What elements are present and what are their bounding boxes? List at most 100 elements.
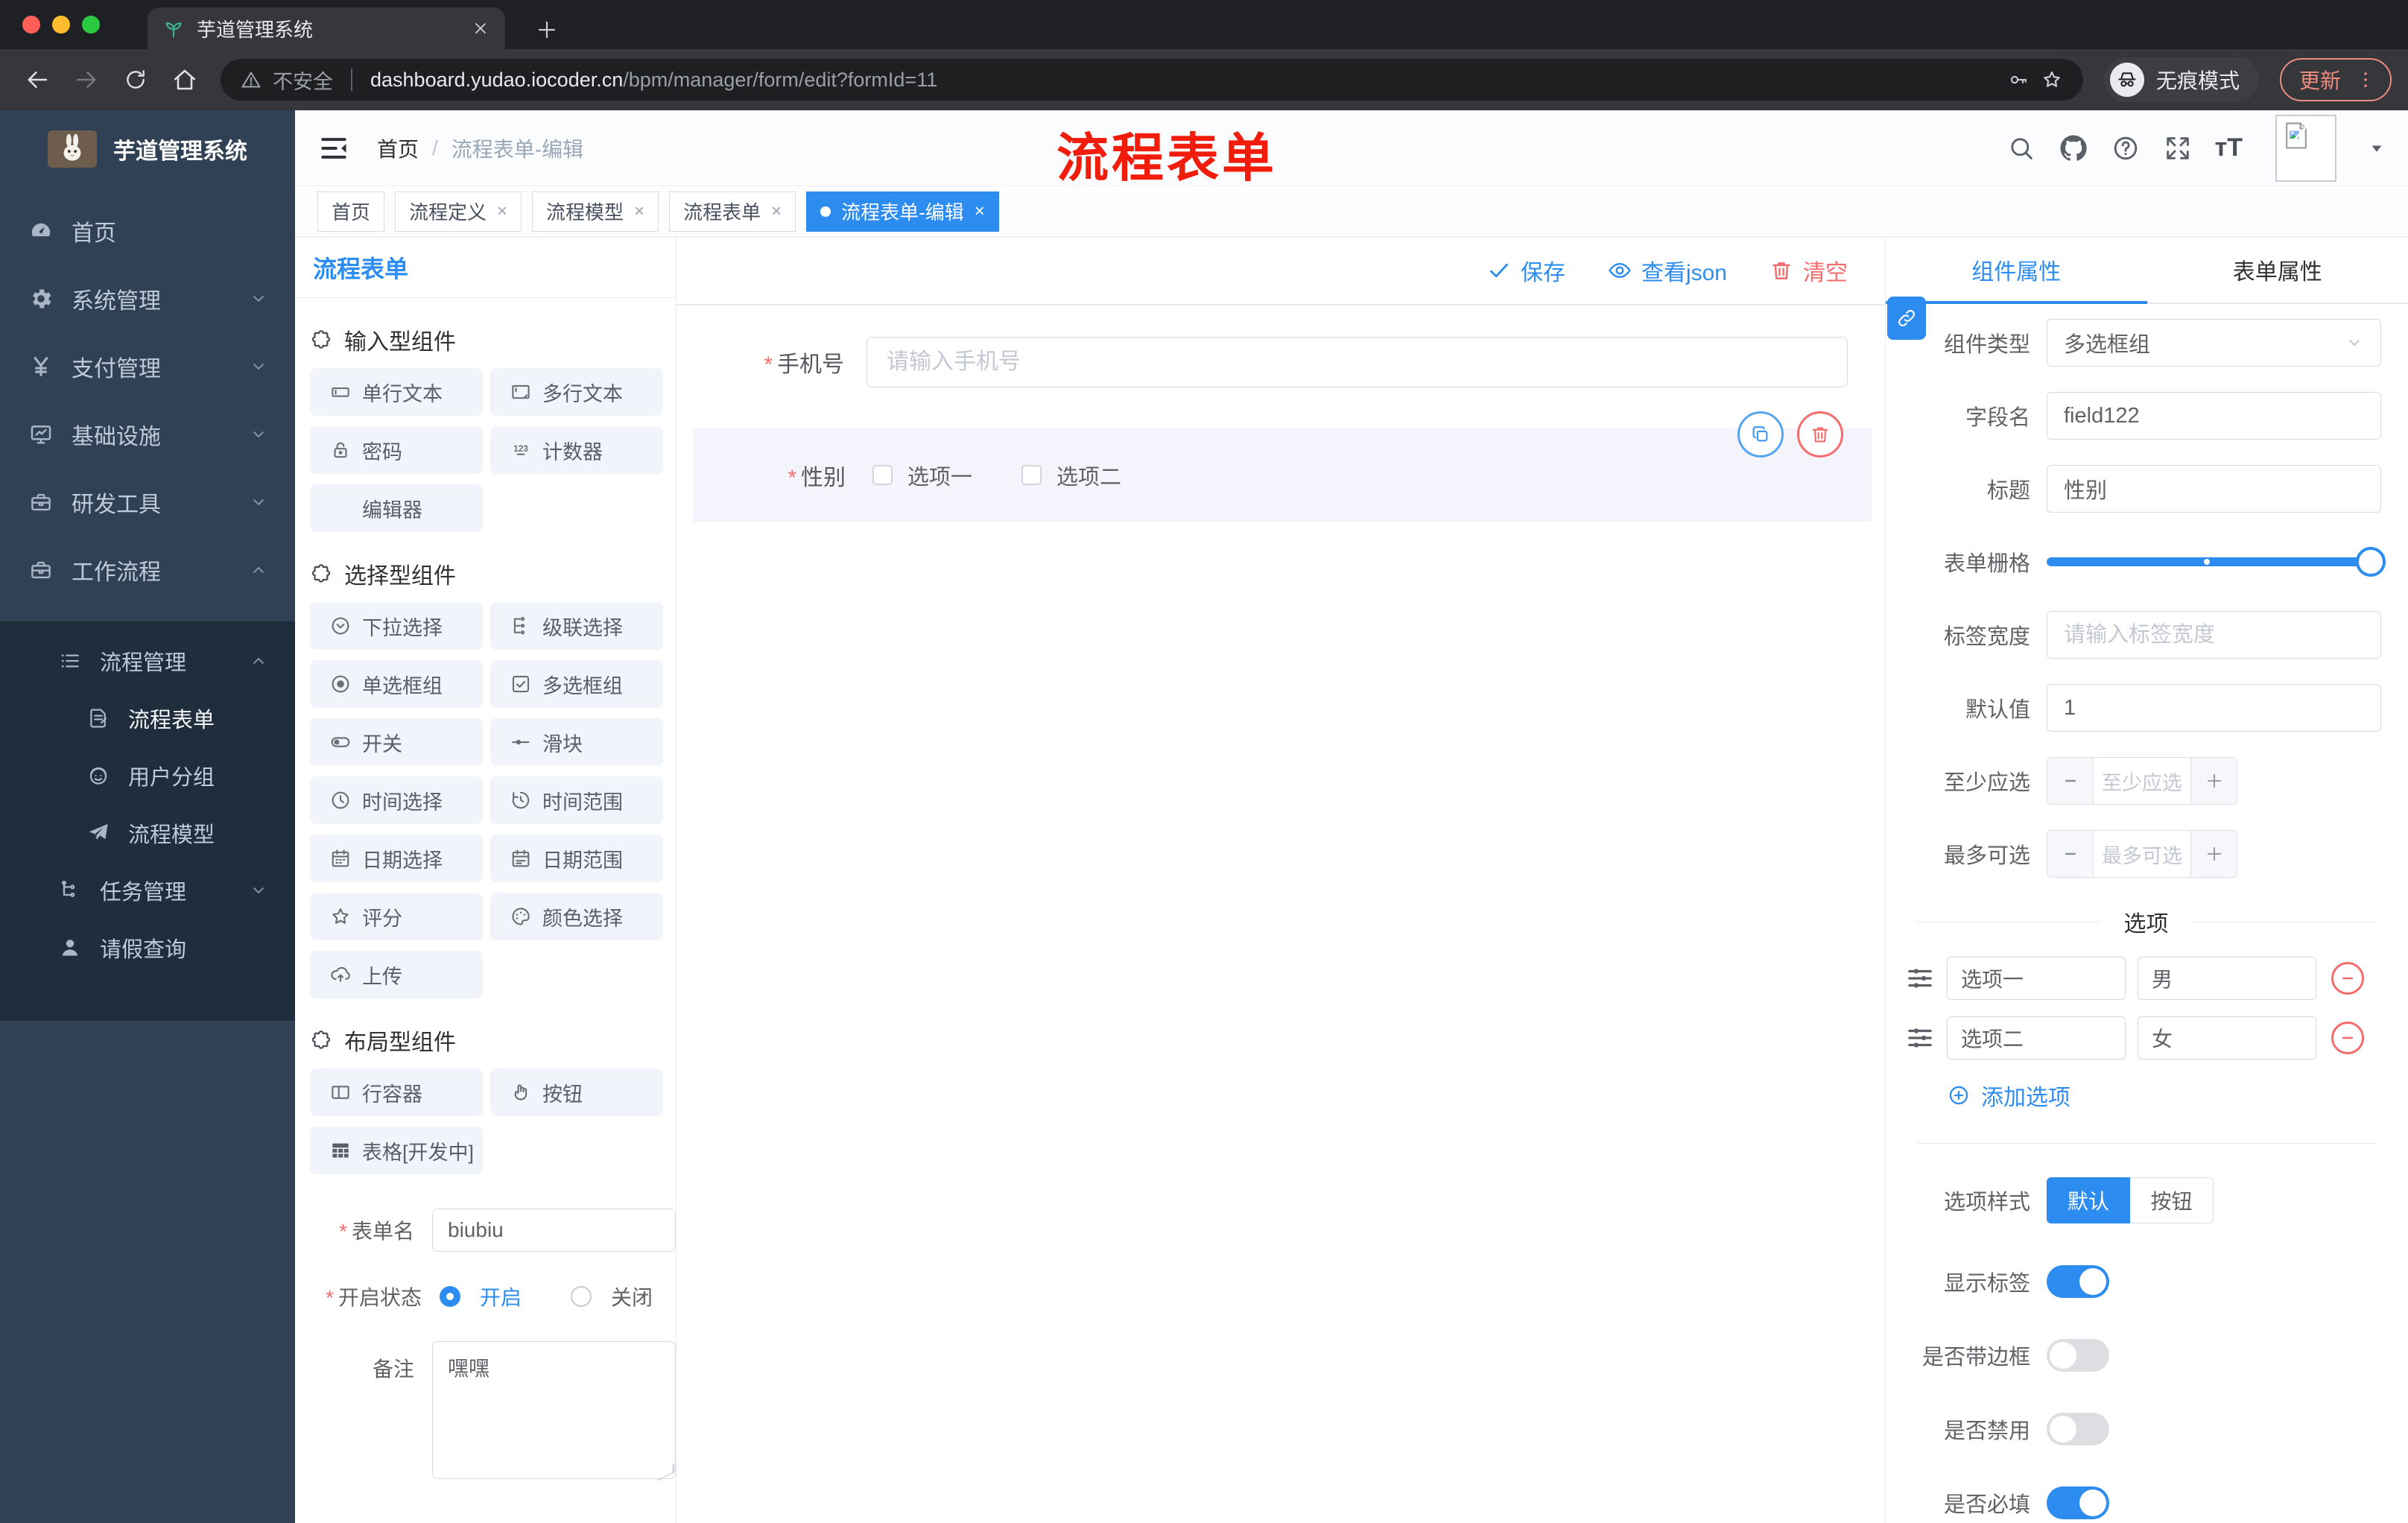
title-input[interactable] (2047, 465, 2381, 513)
component-type-select[interactable]: 多选框组 (2047, 319, 2381, 367)
sidebar-item-process-mgmt[interactable]: 流程管理 (0, 632, 295, 689)
palette-item-row-container[interactable]: 行容器 (310, 1068, 483, 1116)
slider-track[interactable] (2047, 557, 2381, 566)
palette-item-password[interactable]: 密码 (310, 426, 483, 474)
style-default-button[interactable]: 默认 (2047, 1177, 2130, 1223)
tab-component-props[interactable]: 组件属性 (1886, 237, 2147, 303)
palette-item-time-range[interactable]: 时间范围 (490, 776, 663, 824)
help-question-icon[interactable] (2111, 133, 2141, 163)
browser-update-button[interactable]: 更新 (2279, 58, 2392, 101)
stepper-increase-button[interactable] (2190, 831, 2237, 877)
form-grid-slider[interactable] (2047, 538, 2386, 586)
sidebar-item-user-group[interactable]: 用户分组 (0, 747, 295, 804)
palette-item-time-picker[interactable]: 时间选择 (310, 776, 483, 824)
gender-option2[interactable]: 选项二 (1021, 460, 1121, 491)
label-width-input[interactable] (2047, 611, 2381, 659)
tab-close-icon[interactable] (471, 19, 490, 38)
palette-item-slider[interactable]: 滑块 (490, 718, 663, 766)
palette-item-single-text[interactable]: 单行文本 (310, 368, 483, 416)
hamburger-collapse-icon[interactable] (317, 132, 350, 165)
radio-status-on[interactable] (440, 1286, 460, 1307)
drag-handle-icon[interactable] (1905, 1023, 1935, 1053)
palette-item-radio-group[interactable]: 单选框组 (310, 660, 483, 708)
security-label[interactable]: 不安全 (273, 66, 333, 95)
sidebar-item-system[interactable]: 系统管理 (0, 265, 295, 332)
remove-option-button[interactable] (2331, 962, 2364, 995)
address-bar[interactable]: 不安全 dashboard.yudao.iocoder.cn/bpm/manag… (221, 59, 2083, 101)
tag-close-icon[interactable]: × (634, 201, 644, 222)
avatar[interactable] (2275, 114, 2336, 182)
duplicate-component-button[interactable] (1737, 411, 1784, 457)
palette-item-upload[interactable]: 上传 (310, 951, 483, 998)
gender-option1[interactable]: 选项一 (872, 460, 972, 491)
with-border-toggle[interactable] (2047, 1339, 2109, 1372)
remove-option-button[interactable] (2331, 1022, 2364, 1054)
checkbox-unchecked[interactable] (1021, 465, 1042, 485)
fullscreen-icon[interactable] (2163, 133, 2193, 163)
forward-icon[interactable] (66, 59, 107, 101)
canvas-field-phone[interactable]: * 手机号 (677, 337, 1885, 387)
slider-handle[interactable] (2356, 547, 2386, 577)
palette-item-cascader[interactable]: 级联选择 (490, 602, 663, 650)
max-select-value[interactable]: 最多可选 (2094, 831, 2190, 877)
sidebar-item-leave-query[interactable]: 请假查询 (0, 919, 295, 976)
sidebar-logo-row[interactable]: 芋道管理系统 (0, 110, 295, 188)
new-tab-icon[interactable] (535, 18, 559, 42)
drag-handle-icon[interactable] (1905, 963, 1935, 993)
view-json-button[interactable]: 查看json (1607, 254, 1727, 287)
sidebar-item-task-mgmt[interactable]: 任务管理 (0, 861, 295, 919)
palette-item-counter[interactable]: 计数器 (490, 426, 663, 474)
palette-item-editor[interactable]: 编辑器 (310, 484, 483, 532)
radio-on-label[interactable]: 开启 (480, 1282, 522, 1311)
palette-item-color-picker[interactable]: 颜色选择 (490, 893, 663, 940)
option1-value-input[interactable] (2138, 957, 2316, 1000)
radio-off-label[interactable]: 关闭 (611, 1282, 653, 1311)
checkbox-unchecked[interactable] (872, 465, 893, 485)
form-name-input[interactable] (432, 1209, 676, 1252)
save-button[interactable]: 保存 (1486, 254, 1565, 287)
palette-item-table[interactable]: 表格[开发中] (310, 1127, 483, 1174)
option2-label-input[interactable] (1947, 1016, 2126, 1060)
required-toggle[interactable] (2047, 1486, 2109, 1519)
phone-input[interactable] (866, 337, 1848, 387)
tag-process-form-edit[interactable]: 流程表单-编辑 × (806, 191, 999, 232)
canvas-field-gender-selected[interactable]: * 性别 选项一 选项二 (693, 411, 1872, 522)
palette-item-rate[interactable]: 评分 (310, 893, 483, 940)
palette-item-select[interactable]: 下拉选择 (310, 602, 483, 650)
search-icon[interactable] (2006, 133, 2036, 163)
sidebar-item-devtools[interactable]: 研发工具 (0, 468, 295, 536)
add-option-button[interactable]: 添加选项 (1947, 1079, 2381, 1112)
palette-item-button[interactable]: 按钮 (490, 1068, 663, 1116)
option2-value-input[interactable] (2138, 1016, 2316, 1060)
default-value-input[interactable] (2047, 684, 2381, 732)
sidebar-item-process-form[interactable]: 流程表单 (0, 689, 295, 747)
palette-item-switch[interactable]: 开关 (310, 718, 483, 766)
style-button-button[interactable]: 按钮 (2130, 1177, 2214, 1223)
palette-item-date-range[interactable]: 日期范围 (490, 835, 663, 882)
disabled-toggle[interactable] (2047, 1413, 2109, 1446)
option1-label-input[interactable] (1947, 957, 2126, 1000)
browser-tab[interactable]: 芋道管理系统 (148, 7, 505, 49)
tag-close-icon[interactable]: × (771, 201, 782, 222)
sidebar-item-workflow[interactable]: 工作流程 (0, 536, 295, 604)
close-window-button[interactable] (22, 16, 40, 34)
tag-home[interactable]: 首页 (317, 191, 385, 232)
tag-process-model[interactable]: 流程模型 × (532, 191, 659, 232)
tag-process-definition[interactable]: 流程定义 × (395, 191, 522, 232)
sidebar-item-infra[interactable]: 基础设施 (0, 400, 295, 468)
breadcrumb-home[interactable]: 首页 (377, 133, 419, 163)
delete-component-button[interactable] (1797, 411, 1843, 457)
palette-item-checkbox-group[interactable]: 多选框组 (490, 660, 663, 708)
min-select-value[interactable]: 至少应选 (2094, 758, 2190, 804)
link-badge[interactable] (1887, 297, 1926, 340)
show-label-toggle[interactable] (2047, 1265, 2109, 1298)
stepper-increase-button[interactable] (2190, 758, 2237, 804)
tag-close-icon[interactable]: × (497, 201, 507, 222)
sidebar-item-process-model[interactable]: 流程模型 (0, 804, 295, 861)
home-icon[interactable] (164, 59, 206, 101)
bookmark-star-icon[interactable] (2040, 68, 2064, 92)
avatar-caret-down-icon[interactable] (2366, 138, 2387, 159)
tag-close-icon[interactable]: × (975, 201, 985, 222)
palette-item-multi-text[interactable]: 多行文本 (490, 368, 663, 416)
palette-item-date-picker[interactable]: 日期选择 (310, 835, 483, 882)
